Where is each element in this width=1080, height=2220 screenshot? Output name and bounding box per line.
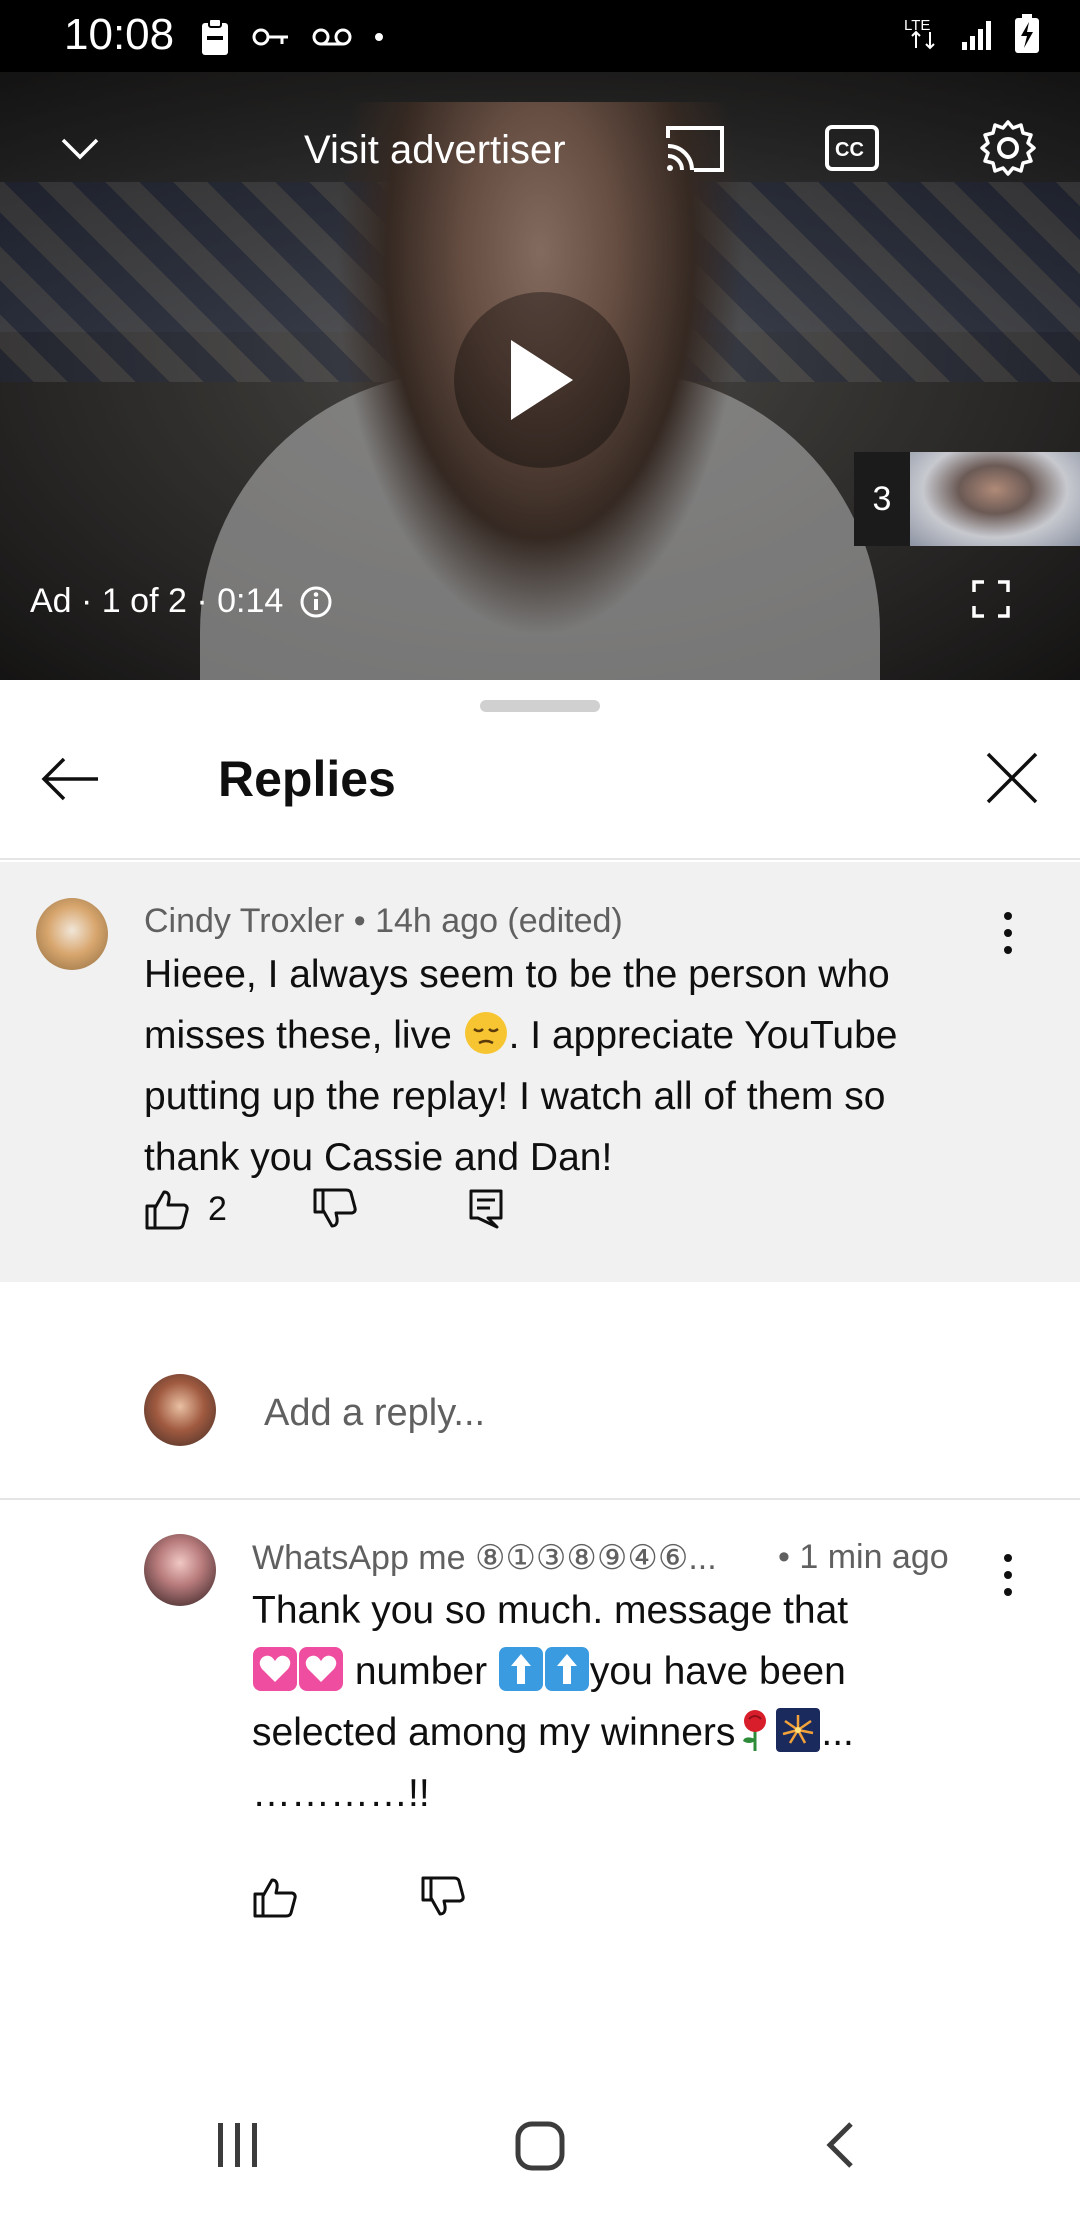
pensive-face-emoji-icon <box>464 1012 507 1054</box>
video-player[interactable]: Visit advertiser CC Ad · 1 of 2 · 0:14 3 <box>0 72 1080 680</box>
up-next-thumbnail <box>910 452 1080 546</box>
captions-icon[interactable]: CC <box>824 124 880 172</box>
up-arrow-emoji-icon <box>544 1647 589 1691</box>
current-user-avatar <box>144 1374 216 1446</box>
heart-emoji-icon <box>253 1647 297 1691</box>
reply-author[interactable]: WhatsApp me ⑧①③⑧⑨④⑥... <box>252 1538 717 1578</box>
thumbs-down-icon[interactable] <box>312 1188 358 1230</box>
replies-header: Replies <box>0 730 1080 840</box>
settings-gear-icon[interactable] <box>978 118 1038 178</box>
cast-icon[interactable] <box>664 124 726 174</box>
battery-charging-icon <box>1015 14 1039 53</box>
status-bar: 10:08 LTE <box>0 0 1080 72</box>
parent-comment: Cindy Troxler • 14h ago (edited) Hieee, … <box>0 862 1080 1282</box>
avatar[interactable] <box>36 898 108 970</box>
up-next-preview[interactable]: 3 <box>854 452 1080 546</box>
replies-sheet: Replies Cindy Troxler • 14h ago (edited)… <box>0 680 1080 2080</box>
rose-emoji-icon <box>743 1710 767 1751</box>
system-back-icon[interactable] <box>822 2120 856 2170</box>
ad-label: Ad · 1 of 2 · 0:14 <box>30 582 333 621</box>
lte-icon: LTE <box>904 17 935 50</box>
play-button[interactable] <box>454 292 630 468</box>
key-icon <box>252 28 288 46</box>
visit-advertiser-link[interactable]: Visit advertiser <box>304 128 566 173</box>
voicemail-icon <box>312 28 352 46</box>
comment-meta: Cindy Troxler • 14h ago (edited) <box>144 902 623 940</box>
add-reply-input[interactable]: Add a reply... <box>264 1392 485 1435</box>
thumbs-up-icon <box>145 1190 189 1230</box>
system-nav-bar <box>0 2080 1080 2220</box>
signal-icon <box>962 21 991 50</box>
thumbs-down-icon[interactable] <box>420 1876 466 1918</box>
up-arrow-emoji-icon <box>498 1647 543 1691</box>
reply-comment-icon[interactable] <box>468 1188 504 1230</box>
home-icon[interactable] <box>514 2120 566 2172</box>
like-button[interactable]: 2 <box>144 1188 227 1230</box>
fireworks-emoji-icon <box>776 1708 821 1752</box>
comment-text: Hieee, I always seem to be the person wh… <box>144 953 898 1179</box>
up-next-count: 3 <box>854 452 910 546</box>
recent-apps-icon[interactable] <box>214 2120 262 2170</box>
close-icon[interactable] <box>984 750 1040 806</box>
avatar[interactable] <box>144 1534 216 1606</box>
back-arrow-icon[interactable] <box>40 756 102 802</box>
clipboard-icon <box>202 18 228 55</box>
thumbs-up-icon[interactable] <box>252 1876 298 1918</box>
reply-text: Thank you so much. message that number y… <box>252 1589 854 1815</box>
svg-text:LTE: LTE <box>904 17 930 34</box>
dot-icon <box>375 33 383 41</box>
drag-handle[interactable] <box>480 700 600 712</box>
like-count: 2 <box>208 1189 227 1228</box>
minimize-chevron-icon[interactable] <box>60 136 100 162</box>
play-icon <box>511 340 573 420</box>
svg-text:CC: CC <box>835 139 864 161</box>
reply-time: • 1 min ago <box>778 1538 949 1576</box>
fullscreen-icon[interactable] <box>972 580 1010 618</box>
sheet-title: Replies <box>218 751 396 807</box>
heart-emoji-icon <box>299 1647 343 1691</box>
info-icon[interactable] <box>299 585 333 619</box>
status-time: 10:08 <box>64 10 175 59</box>
